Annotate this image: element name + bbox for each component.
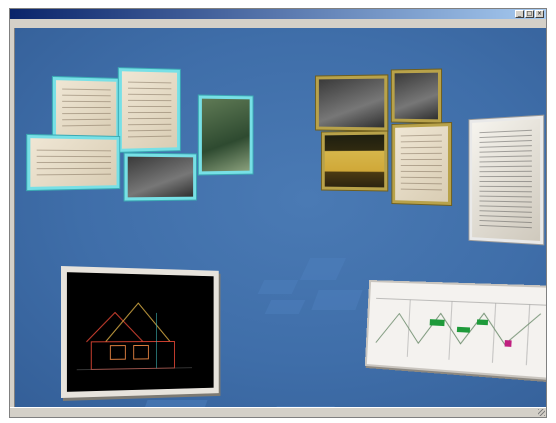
photo-panel[interactable]	[124, 153, 196, 201]
photo-panel[interactable]	[391, 69, 442, 123]
close-button[interactable]: ×	[535, 10, 544, 18]
sheet-diagram	[367, 282, 546, 374]
sketch-lines	[400, 132, 442, 196]
photo-panel[interactable]	[316, 75, 388, 131]
status-bar	[10, 407, 546, 417]
document-text-lines	[479, 127, 532, 233]
sketch-document-panel[interactable]	[52, 76, 119, 142]
floor-reflection	[264, 300, 306, 314]
photo-panel[interactable]	[321, 131, 388, 191]
sketch-lines	[36, 144, 112, 181]
text-document-panel[interactable]	[469, 115, 544, 245]
resize-grip-icon[interactable]	[538, 409, 545, 416]
menu-bar	[10, 19, 546, 28]
3d-workspace-viewport[interactable]	[15, 28, 546, 408]
window-controls: _ □ ×	[515, 10, 544, 18]
floor-reflection	[311, 290, 363, 310]
sketch-lines	[62, 86, 111, 132]
cad-house-drawing	[67, 272, 203, 380]
app-window: _ □ ×	[9, 8, 547, 418]
maximize-button[interactable]: □	[525, 10, 534, 18]
floor-reflection	[257, 280, 299, 294]
floor-reflection	[299, 258, 347, 280]
plan-drawing-panel[interactable]	[27, 134, 120, 191]
sketch-document-panel[interactable]	[118, 68, 180, 152]
photo-panel[interactable]	[198, 95, 253, 175]
minimize-button[interactable]: _	[515, 10, 524, 18]
cad-drawing-panel[interactable]	[61, 266, 219, 398]
sketch-lines	[128, 77, 172, 143]
sketch-document-panel[interactable]	[392, 123, 452, 205]
diagram-sheet-panel[interactable]	[364, 280, 546, 382]
title-bar[interactable]: _ □ ×	[10, 9, 546, 19]
